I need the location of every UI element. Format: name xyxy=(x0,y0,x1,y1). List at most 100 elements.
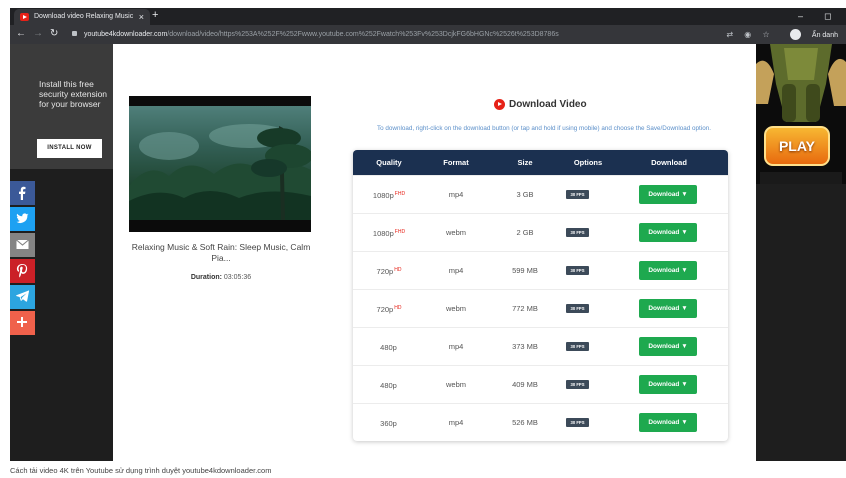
address-bar[interactable]: youtube4kdownloader.com/download/video/h… xyxy=(68,28,738,41)
format-cell: mp4 xyxy=(448,190,464,199)
star-icon[interactable]: ☆ xyxy=(763,30,770,39)
table-row: 480p mp4 373 MB 30 FPS Download ▼ xyxy=(353,327,728,365)
browser-tab[interactable]: Download video Relaxing Music × xyxy=(14,9,150,25)
page-viewport: Install this free security extension for… xyxy=(10,44,846,461)
eye-off-icon[interactable]: ◉ xyxy=(744,30,751,39)
fps-badge: 30 FPS xyxy=(566,380,589,389)
col-size: Size xyxy=(517,158,533,167)
telegram-share-button[interactable] xyxy=(10,285,35,309)
minimize-button[interactable]: – xyxy=(798,8,803,24)
url-text: youtube4kdownloader.com/download/video/h… xyxy=(84,31,559,38)
video-duration: Duration: 03:05:36 xyxy=(190,274,252,281)
fps-badge: 30 FPS xyxy=(566,266,589,275)
more-share-button[interactable] xyxy=(10,311,35,335)
quality-cell: 720pHD xyxy=(376,305,402,314)
plus-icon xyxy=(17,317,27,327)
quality-badge: FHD xyxy=(394,229,406,235)
reload-icon[interactable]: ↻ xyxy=(50,27,58,41)
table-row: 1080pFHD webm 2 GB 30 FPS Download ▼ xyxy=(353,213,728,251)
quality-cell: 480p xyxy=(380,343,397,352)
format-cell: mp4 xyxy=(448,342,464,351)
quality-cell: 480p xyxy=(380,381,397,390)
facebook-icon xyxy=(19,186,26,200)
download-heading: Download Video xyxy=(494,98,587,112)
download-instructions: To download, right-click on the download… xyxy=(377,125,711,132)
video-title: Relaxing Music & Soft Rain: Sleep Music,… xyxy=(131,242,311,263)
left-ad-banner[interactable]: Install this free security extension for… xyxy=(10,44,113,169)
image-caption: Cách tải video 4K trên Youtube sử dụng t… xyxy=(10,466,272,475)
forward-arrow-icon[interactable]: → xyxy=(33,27,43,41)
download-table: Quality Format Size Options Download 108… xyxy=(353,150,728,441)
play-circle-icon xyxy=(494,99,505,110)
table-row: 360p mp4 526 MB 30 FPS Download ▼ xyxy=(353,403,728,441)
quality-cell: 1080pFHD xyxy=(372,229,406,238)
download-button[interactable]: Download ▼ xyxy=(639,413,697,432)
profile-button[interactable]: Ẩn danh xyxy=(781,29,838,41)
pinterest-share-button[interactable] xyxy=(10,259,35,283)
fps-badge: 30 FPS xyxy=(566,228,589,237)
size-cell: 599 MB xyxy=(512,266,538,275)
col-options: Options xyxy=(573,158,603,167)
download-button[interactable]: Download ▼ xyxy=(639,337,697,356)
fps-badge: 30 FPS xyxy=(566,304,589,313)
format-cell: webm xyxy=(445,380,466,389)
email-icon xyxy=(16,239,29,249)
quality-badge: HD xyxy=(394,267,402,273)
facebook-share-button[interactable] xyxy=(10,181,35,205)
email-share-button[interactable] xyxy=(10,233,35,257)
quality-cell: 720pHD xyxy=(376,267,402,276)
size-cell: 526 MB xyxy=(512,418,538,427)
right-ad-banner[interactable]: PLAY xyxy=(756,44,846,184)
size-cell: 3 GB xyxy=(516,190,534,199)
table-row: 720pHD webm 772 MB 30 FPS Download ▼ xyxy=(353,289,728,327)
quality-badge: HD xyxy=(394,305,402,311)
video-thumbnail[interactable] xyxy=(129,96,311,232)
back-arrow-icon[interactable]: ← xyxy=(16,27,26,41)
close-tab-icon[interactable]: × xyxy=(139,9,144,25)
restore-button[interactable]: ◻ xyxy=(824,8,831,24)
format-cell: mp4 xyxy=(448,266,464,275)
install-now-button[interactable]: INSTALL NOW xyxy=(37,139,102,158)
download-button[interactable]: Download ▼ xyxy=(639,185,697,204)
download-button[interactable]: Download ▼ xyxy=(639,375,697,394)
fps-badge: 30 FPS xyxy=(566,190,589,199)
col-download: Download xyxy=(651,158,687,167)
format-cell: mp4 xyxy=(448,418,464,427)
new-tab-button[interactable]: + xyxy=(152,9,158,21)
download-button[interactable]: Download ▼ xyxy=(639,261,697,280)
size-cell: 2 GB xyxy=(516,228,534,237)
table-row: 720pHD mp4 599 MB 30 FPS Download ▼ xyxy=(353,251,728,289)
tab-strip: Download video Relaxing Music × + – ◻ xyxy=(10,8,846,25)
incognito-icon xyxy=(789,29,801,41)
download-button[interactable]: Download ▼ xyxy=(639,223,697,242)
size-cell: 373 MB xyxy=(512,342,538,351)
col-format: Format xyxy=(443,158,469,167)
tab-title: Download video Relaxing Music xyxy=(34,13,134,20)
table-row: 1080pFHD mp4 3 GB 30 FPS Download ▼ xyxy=(353,175,728,213)
pinterest-icon xyxy=(16,264,28,278)
youtube-favicon-icon xyxy=(20,13,29,21)
telegram-icon xyxy=(16,290,29,302)
size-cell: 772 MB xyxy=(512,304,538,313)
quality-cell: 360p xyxy=(380,419,397,428)
download-button[interactable]: Download ▼ xyxy=(639,299,697,318)
browser-toolbar: ← → ↻ youtube4kdownloader.com/download/v… xyxy=(10,25,846,44)
browser-window: Download video Relaxing Music × + – ◻ ← … xyxy=(10,8,846,461)
col-quality: Quality xyxy=(376,158,402,167)
forest-image xyxy=(129,106,311,220)
toolbar-actions: ⇄ ◉ ☆ Ẩn danh xyxy=(717,28,838,42)
fps-badge: 30 FPS xyxy=(566,342,589,351)
table-row: 480p webm 409 MB 30 FPS Download ▼ xyxy=(353,365,728,403)
twitter-share-button[interactable] xyxy=(10,207,35,231)
format-cell: webm xyxy=(445,304,466,313)
fps-badge: 30 FPS xyxy=(566,418,589,427)
lock-icon xyxy=(72,31,77,36)
size-cell: 409 MB xyxy=(512,380,538,389)
quality-cell: 1080pFHD xyxy=(372,191,406,200)
format-cell: webm xyxy=(445,228,466,237)
ad-text: Install this free security extension for… xyxy=(39,79,108,109)
twitter-icon xyxy=(16,213,29,224)
table-header: Quality Format Size Options Download xyxy=(353,150,728,175)
translate-icon[interactable]: ⇄ xyxy=(726,30,733,39)
play-button[interactable]: PLAY xyxy=(764,126,830,166)
